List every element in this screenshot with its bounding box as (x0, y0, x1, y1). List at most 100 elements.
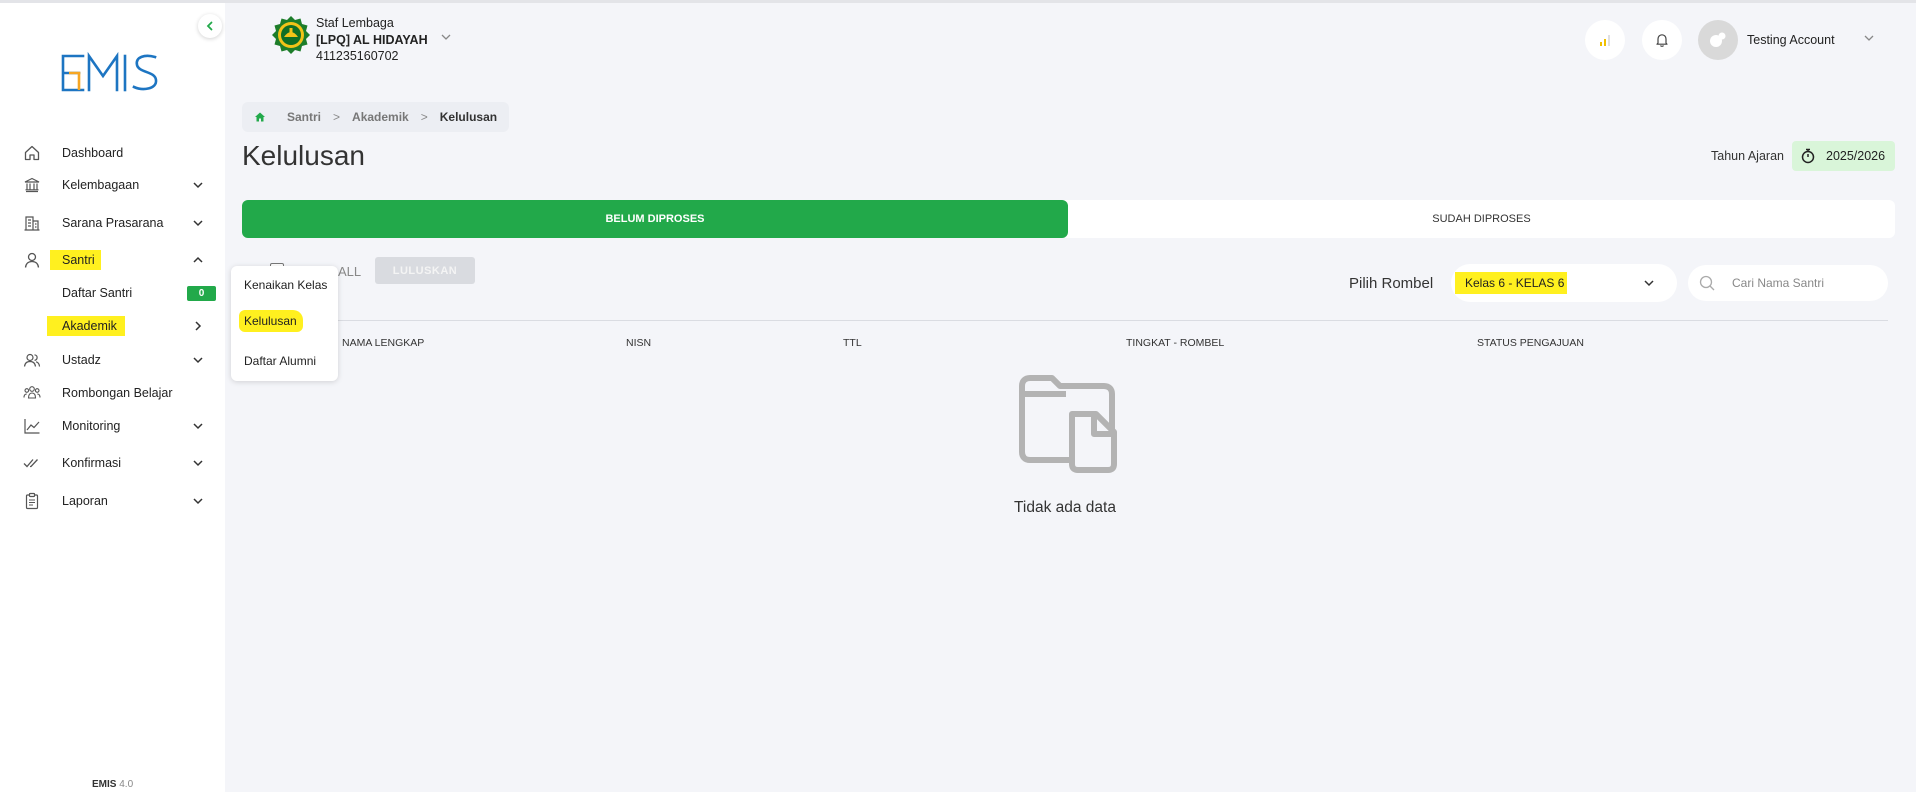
tahun-ajaran-label: Tahun Ajaran (1711, 149, 1784, 163)
breadcrumb-santri[interactable]: Santri (287, 110, 321, 124)
submenu-item-kenaikan-kelas[interactable]: Kenaikan Kelas (244, 278, 327, 292)
user-icon (22, 250, 42, 270)
sidebar-item-dashboard[interactable]: Dashboard (0, 138, 225, 168)
search-box (1688, 265, 1888, 301)
users-icon (22, 350, 42, 370)
double-check-icon (22, 453, 42, 473)
account-menu[interactable]: Testing Account (1698, 20, 1875, 60)
institution-switcher[interactable]: Staf Lembaga [LPQ] AL HIDAYAH 4112351607… (270, 15, 428, 65)
sidebar-item-rombongan-belajar[interactable]: Rombongan Belajar (0, 378, 225, 408)
home-icon[interactable] (252, 110, 267, 125)
chevron-down-icon (191, 456, 205, 470)
org-role: Staf Lembaga (316, 16, 394, 30)
building-icon (22, 213, 42, 233)
luluskan-button[interactable]: LULUSKAN (375, 257, 475, 284)
breadcrumb-akademik[interactable]: Akademik (352, 110, 409, 124)
signal-button[interactable] (1585, 20, 1625, 60)
signal-bars-icon (1600, 35, 1610, 46)
home-icon (22, 143, 42, 163)
submenu-item-daftar-alumni[interactable]: Daftar Alumni (244, 354, 316, 368)
sidebar-item-sarana-prasarana[interactable]: Sarana Prasarana (0, 208, 225, 238)
chevron-down-icon (191, 353, 205, 367)
institution-icon (22, 175, 42, 195)
column-header-nisn: NISN (626, 337, 652, 349)
akademik-submenu: Kenaikan Kelas Kelulusan Daftar Alumni (231, 266, 338, 381)
notification-button[interactable] (1642, 20, 1682, 60)
sidebar-item-akademik[interactable]: Akademik (0, 311, 225, 341)
search-input[interactable] (1732, 273, 1872, 293)
sidebar-item-ustadz[interactable]: Ustadz (0, 345, 225, 375)
chevron-up-icon (191, 253, 205, 267)
column-header-status-pengajuan: STATUS PENGAJUAN (1477, 337, 1584, 349)
chevron-right-icon (191, 319, 205, 333)
sidebar-item-label: Laporan (62, 494, 108, 508)
sidebar-item-label: Sarana Prasarana (62, 216, 164, 230)
column-header-tingkat-rombel: TINGKAT - ROMBEL (1126, 337, 1225, 349)
chevron-down-icon (1863, 31, 1875, 49)
empty-state-text: Tidak ada data (1014, 499, 1116, 516)
top-border (0, 0, 1916, 3)
sidebar-item-label: Ustadz (62, 353, 101, 367)
column-header-ttl: TTL (843, 337, 862, 349)
sidebar-item-label: Rombongan Belajar (62, 386, 173, 400)
chevron-down-icon (191, 216, 205, 230)
breadcrumb-separator: > (420, 110, 428, 124)
org-name: [LPQ] AL HIDAYAH (316, 32, 428, 47)
chevron-left-icon (206, 21, 213, 31)
tahun-ajaran-selector[interactable]: 2025/2026 (1792, 141, 1895, 171)
empty-folder-icon (1019, 375, 1117, 473)
chart-line-icon (22, 416, 42, 436)
count-badge: 0 (187, 285, 216, 301)
sidebar-item-label: Santri (50, 250, 101, 270)
sidebar-item-monitoring[interactable]: Monitoring (0, 411, 225, 441)
breadcrumb-current: Kelulusan (439, 110, 498, 124)
chevron-down-icon (1643, 277, 1655, 292)
institution-info: Staf Lembaga [LPQ] AL HIDAYAH 4112351607… (316, 15, 428, 65)
emis-logo (61, 51, 158, 92)
app-version: EMIS 4.0 (92, 779, 133, 790)
version-name: EMIS (92, 779, 117, 790)
search-icon (1698, 274, 1716, 297)
chevron-down-icon (191, 494, 205, 508)
rombel-label: Pilih Rombel (1349, 275, 1434, 292)
clipboard-icon (22, 491, 42, 511)
bell-icon (1656, 34, 1668, 47)
sidebar: Dashboard Kelembagaan Sarana Prasarana S… (0, 3, 225, 792)
rombel-selected-value: Kelas 6 - KELAS 6 (1455, 272, 1568, 294)
sidebar-collapse-button[interactable] (198, 14, 222, 38)
stopwatch-icon (1800, 148, 1816, 164)
breadcrumb: Santri > Akademik > Kelulusan (242, 102, 510, 132)
sidebar-item-label: Konfirmasi (62, 456, 122, 470)
account-name: Testing Account (1747, 33, 1835, 47)
select-all-label: ALL (338, 264, 362, 279)
org-id: 411235160702 (316, 49, 399, 63)
page-title: Kelulusan (242, 140, 365, 171)
column-header-nama: NAMA LENGKAP (342, 337, 425, 349)
sidebar-item-label: Monitoring (62, 419, 121, 433)
tab-belum-diproses[interactable]: BELUM DIPROSES (242, 200, 1068, 238)
chevron-down-icon[interactable] (440, 30, 452, 48)
chevron-down-icon (191, 419, 205, 433)
version-number: 4.0 (119, 779, 134, 790)
sidebar-item-kelembagaan[interactable]: Kelembagaan (0, 170, 225, 200)
sidebar-item-konfirmasi[interactable]: Konfirmasi (0, 448, 225, 478)
group-icon (22, 383, 42, 403)
avatar (1698, 20, 1738, 60)
submenu-item-kelulusan[interactable]: Kelulusan (239, 310, 303, 332)
sidebar-item-label: Kelembagaan (62, 178, 140, 192)
sidebar-item-daftar-santri[interactable]: Daftar Santri 0 (0, 278, 225, 308)
chevron-down-icon (191, 178, 205, 192)
status-tabs: BELUM DIPROSES SUDAH DIPROSES (242, 200, 1895, 238)
tab-sudah-diproses[interactable]: SUDAH DIPROSES (1068, 200, 1895, 238)
sidebar-item-laporan[interactable]: Laporan (0, 486, 225, 516)
avatar-icon (1710, 32, 1726, 47)
tahun-ajaran-value: 2025/2026 (1826, 149, 1886, 163)
sidebar-item-label: Akademik (47, 316, 125, 336)
sidebar-item-label: Daftar Santri (62, 286, 133, 300)
rombel-select[interactable]: Kelas 6 - KELAS 6 (1451, 264, 1677, 302)
kemenag-logo (272, 16, 310, 54)
divider (242, 320, 1888, 321)
sidebar-item-santri[interactable]: Santri (0, 245, 225, 275)
breadcrumb-separator: > (333, 110, 341, 124)
sidebar-item-label: Dashboard (62, 146, 124, 160)
